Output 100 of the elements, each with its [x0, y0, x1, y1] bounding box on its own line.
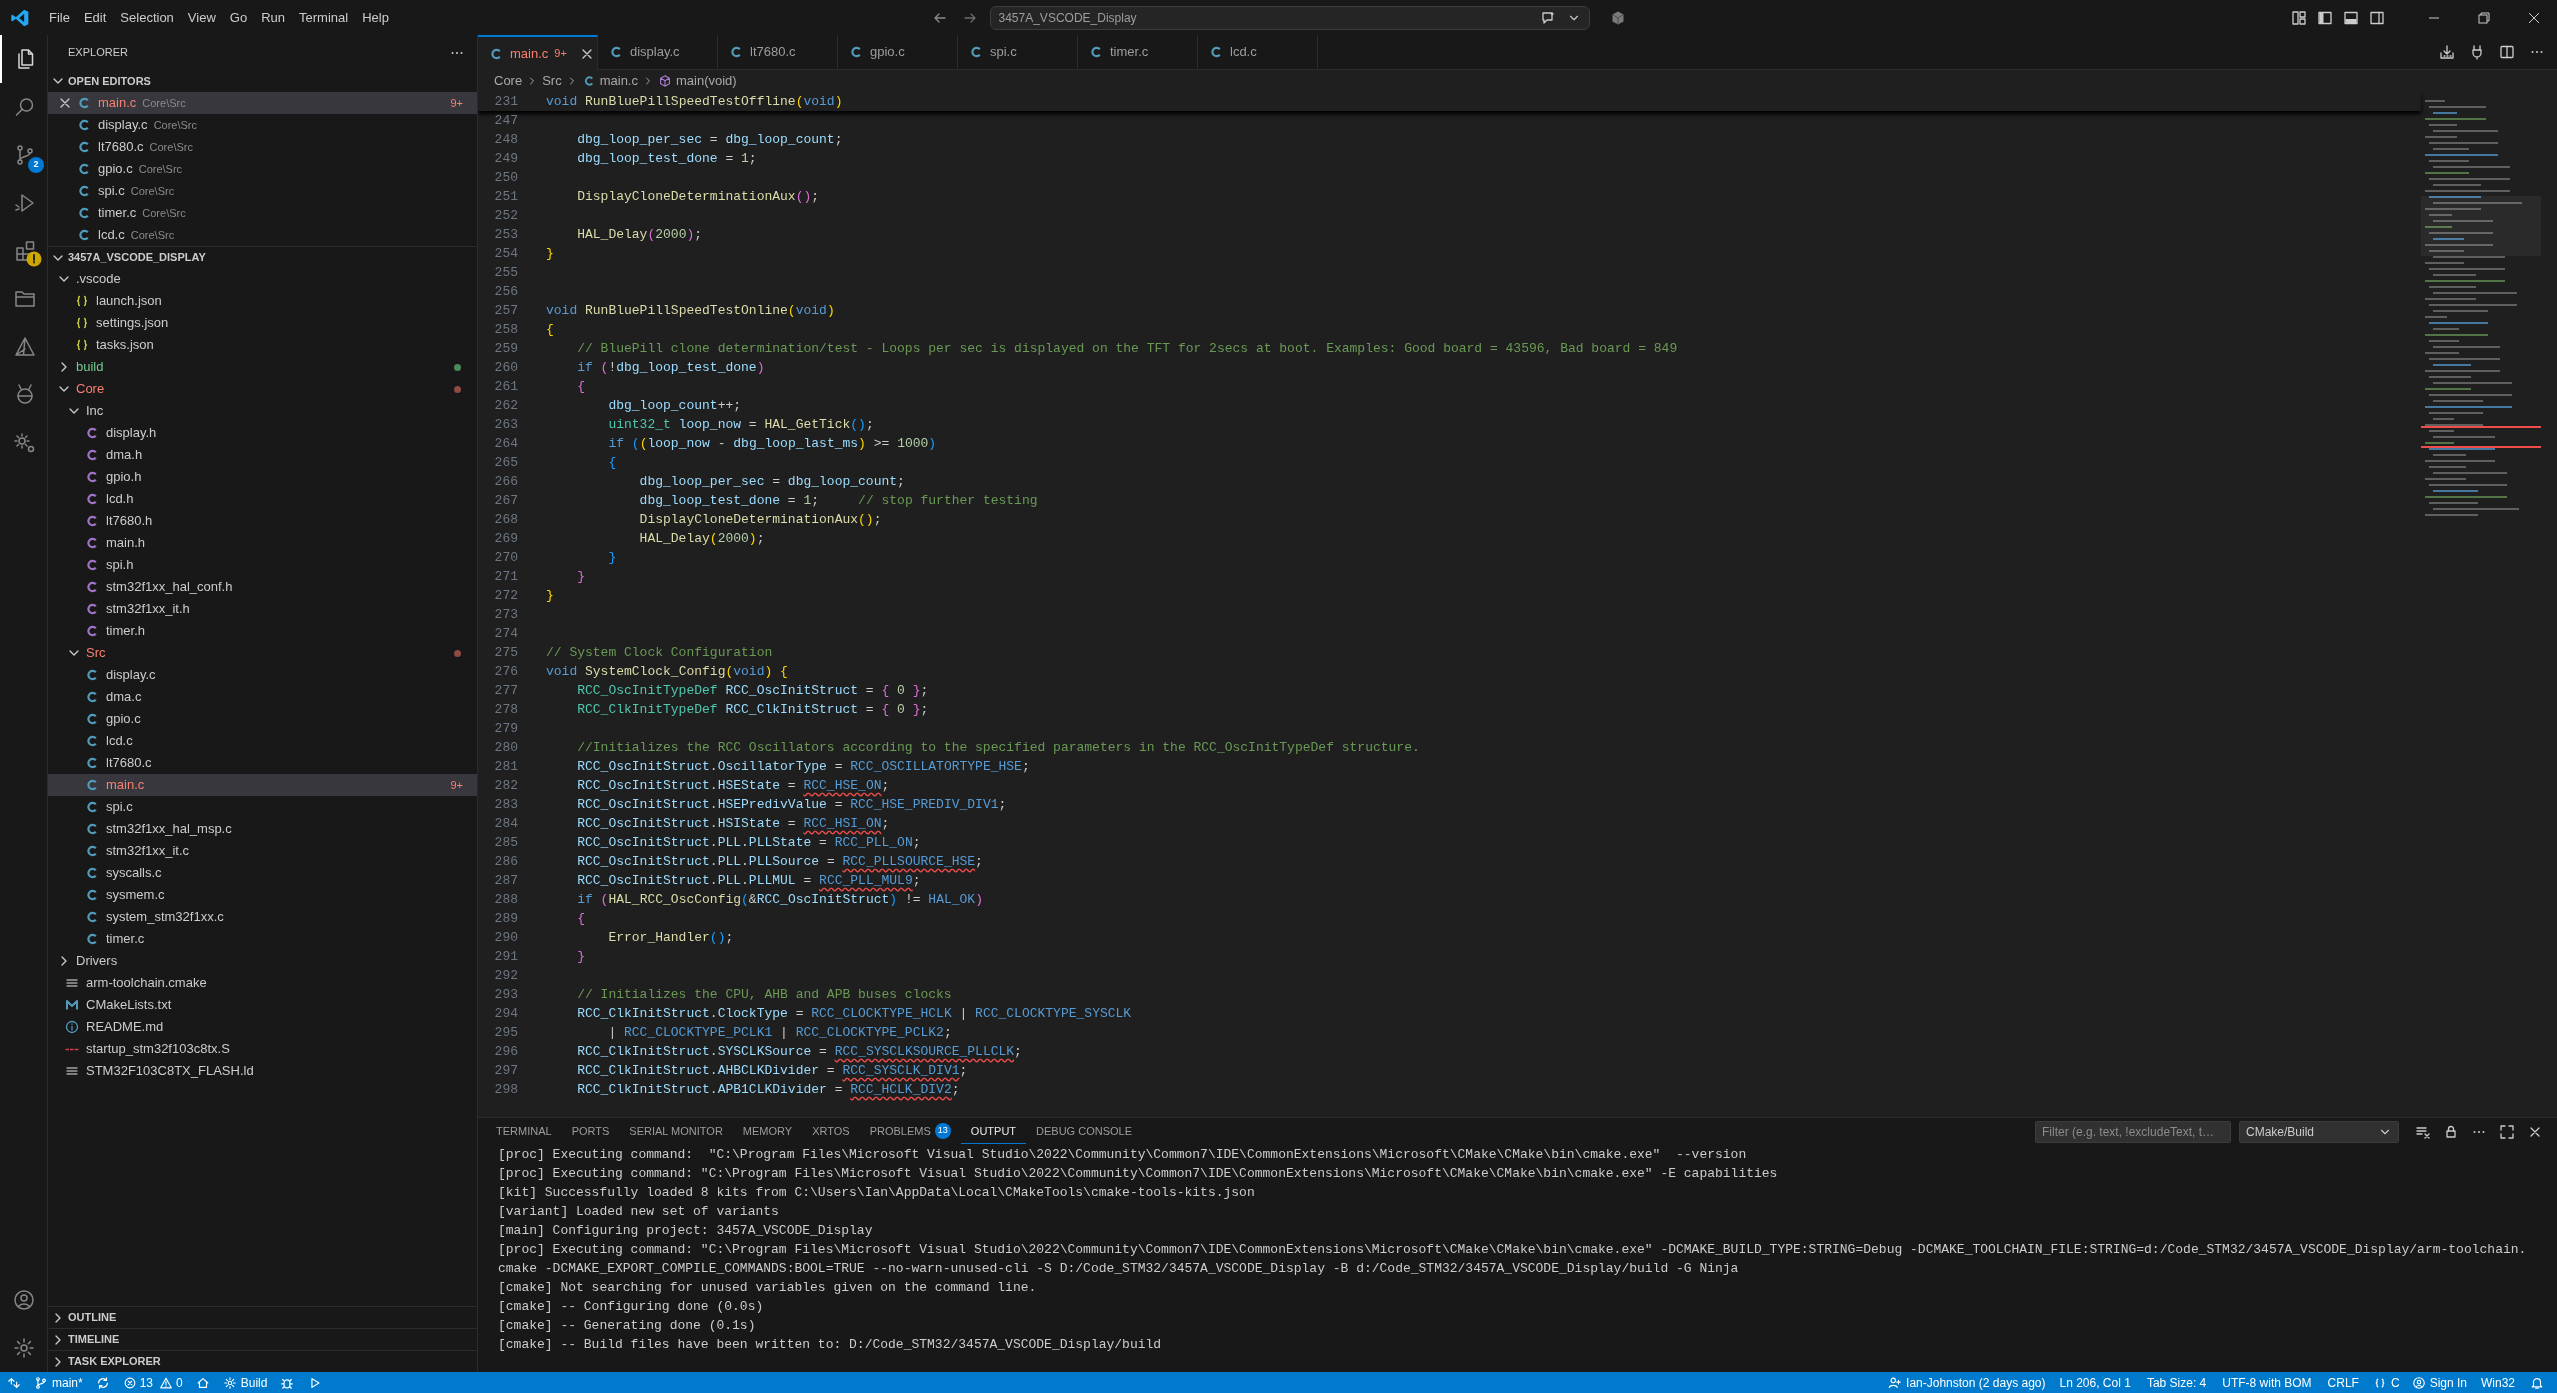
panel-tab[interactable]: TERMINAL	[486, 1119, 562, 1144]
plug-icon[interactable]	[2469, 44, 2485, 60]
section-header[interactable]: OUTLINE	[48, 1306, 477, 1328]
remote-icon[interactable]	[7, 1375, 21, 1390]
editor-tab[interactable]: lt7680.c	[718, 35, 838, 70]
panel-tab[interactable]: MEMORY	[732, 1119, 803, 1144]
tree-row[interactable]: settings.json	[48, 312, 477, 334]
menu-item[interactable]: Help	[355, 7, 396, 28]
status-item[interactable]: C	[2366, 1372, 2406, 1393]
filter-field[interactable]: Filter (e.g. text, !excludeText, t…	[2035, 1120, 2231, 1143]
panel-tab[interactable]: OUTPUT	[960, 1119, 1027, 1144]
panel-tab[interactable]: DEBUG CONSOLE	[1026, 1119, 1143, 1144]
tree-row[interactable]: spi.h	[48, 554, 477, 576]
tree-row[interactable]: dma.c	[48, 686, 477, 708]
home-icon[interactable]	[195, 1375, 210, 1390]
breadcrumb-item[interactable]: Core	[494, 71, 523, 91]
tree-folder-row[interactable]: Src	[48, 642, 477, 664]
panel-tab[interactable]: XRTOS	[802, 1119, 860, 1144]
open-editor-item[interactable]: lcd.c Core\Src	[48, 224, 477, 246]
breadcrumb-item[interactable]: main(void)	[676, 71, 737, 91]
editor-tab[interactable]: spi.c	[958, 35, 1078, 70]
section-header[interactable]: OPEN EDITORS	[48, 70, 477, 92]
status-item[interactable]: Win32	[2473, 1372, 2523, 1393]
layout-icon[interactable]	[2291, 9, 2307, 26]
section-header[interactable]: TIMELINE	[48, 1328, 477, 1350]
lock-icon[interactable]	[2443, 1123, 2459, 1140]
status-item[interactable]: Build	[216, 1372, 274, 1393]
sidebar-right-icon[interactable]	[2369, 9, 2385, 26]
status-item[interactable]: main*	[28, 1372, 89, 1393]
tree-row[interactable]: arm-toolchain.cmake	[48, 972, 477, 994]
menu-item[interactable]: Selection	[113, 7, 181, 28]
tree-folder-row[interactable]: Inc	[48, 400, 477, 422]
maximize-icon[interactable]	[2499, 1123, 2515, 1140]
tree-row[interactable]: dma.h	[48, 444, 477, 466]
tree-row[interactable]: lcd.c	[48, 730, 477, 752]
tree-folder-row[interactable]: .vscode	[48, 268, 477, 290]
tree-row[interactable]: STM32F103C8TX_FLASH.ld	[48, 1060, 477, 1082]
command-center[interactable]: 3457A_VSCODE_Display	[989, 5, 1590, 30]
tree-row[interactable]: tasks.json	[48, 334, 477, 356]
editor-tab[interactable]: timer.c	[1078, 35, 1198, 70]
breadcrumb-item[interactable]: Src	[542, 71, 562, 91]
editor-tab[interactable]: gpio.c	[838, 35, 958, 70]
tree-row[interactable]: display.c	[48, 664, 477, 686]
tree-folder-row[interactable]: build	[48, 356, 477, 378]
status-item[interactable]: Ln 206, Col 1	[2051, 1372, 2139, 1393]
section-header[interactable]: 3457A_VSCODE_DISPLAY	[48, 246, 477, 268]
open-editor-item[interactable]: timer.c Core\Src	[48, 202, 477, 224]
open-editor-item[interactable]: spi.c Core\Src	[48, 180, 477, 202]
status-item[interactable]: CRLF	[2319, 1372, 2367, 1393]
editor-tab[interactable]: main.c 9+	[478, 35, 598, 70]
tree-row[interactable]: stm32f1xx_hal_conf.h	[48, 576, 477, 598]
menu-item[interactable]: Go	[222, 7, 255, 28]
open-editor-item[interactable]: gpio.c Core\Src	[48, 158, 477, 180]
tree-row[interactable]: startup_stm32f103c8tx.S	[48, 1038, 477, 1060]
tree-row[interactable]: timer.h	[48, 620, 477, 642]
panel-tab[interactable]: PORTS	[561, 1119, 620, 1144]
tree-row[interactable]: lcd.h	[48, 488, 477, 510]
split-editor-icon[interactable]	[2499, 44, 2515, 60]
status-item[interactable]: Ian-Johnston (2 days ago)	[1882, 1372, 2052, 1393]
menu-item[interactable]: Run	[254, 7, 292, 28]
open-editor-item[interactable]: lt7680.c Core\Src	[48, 136, 477, 158]
editor-tab[interactable]: lcd.c	[1198, 35, 1318, 70]
sidebar-left-icon[interactable]	[2317, 9, 2333, 26]
breadcrumb-item[interactable]: main.c	[599, 71, 638, 91]
tree-row[interactable]: display.h	[48, 422, 477, 444]
menu-item[interactable]: View	[180, 7, 223, 28]
problems-status[interactable]: 13 0	[116, 1372, 189, 1393]
tree-row[interactable]: launch.json	[48, 290, 477, 312]
tree-row[interactable]: timer.c	[48, 928, 477, 950]
status-item[interactable]: UTF-8 with BOM	[2214, 1372, 2320, 1393]
tree-row[interactable]: main.c 9+	[48, 774, 477, 796]
tree-row[interactable]: gpio.h	[48, 466, 477, 488]
tree-row[interactable]: README.md	[48, 1016, 477, 1038]
cube-icon[interactable]	[1609, 9, 1626, 26]
tree-row[interactable]: gpio.c	[48, 708, 477, 730]
tree-row[interactable]: syscalls.c	[48, 862, 477, 884]
open-editor-item[interactable]: display.c Core\Src	[48, 114, 477, 136]
tree-row[interactable]: sysmem.c	[48, 884, 477, 906]
status-item[interactable]: Sign In	[2405, 1372, 2473, 1393]
sync-icon[interactable]	[95, 1375, 110, 1390]
status-item[interactable]: Tab Size: 4	[2138, 1372, 2215, 1393]
tree-row[interactable]: CMakeLists.txt	[48, 994, 477, 1016]
menu-item[interactable]: Edit	[76, 7, 114, 28]
activity-branch-button[interactable]: 2	[0, 131, 47, 179]
settings-icon[interactable]	[11, 1336, 36, 1360]
tree-row[interactable]: spi.c	[48, 796, 477, 818]
compare-download-icon[interactable]	[2439, 44, 2455, 60]
tree-row[interactable]: lt7680.c	[48, 752, 477, 774]
bell-icon[interactable]	[2530, 1375, 2544, 1390]
panel-tab[interactable]: PROBLEMS 13	[859, 1119, 961, 1144]
panel-bottom-icon[interactable]	[2343, 9, 2359, 26]
tree-row[interactable]: stm32f1xx_hal_msp.c	[48, 818, 477, 840]
tree-row[interactable]: lt7680.h	[48, 510, 477, 532]
channel-dropdown[interactable]: CMake/Build	[2239, 1120, 2399, 1143]
tree-folder-row[interactable]: Core	[48, 378, 477, 400]
open-editor-item[interactable]: main.c Core\Src 9+	[48, 92, 477, 114]
tree-row[interactable]: stm32f1xx_it.h	[48, 598, 477, 620]
tree-row[interactable]: main.h	[48, 532, 477, 554]
menu-item[interactable]: File	[42, 7, 77, 28]
menu-item[interactable]: Terminal	[292, 7, 356, 28]
